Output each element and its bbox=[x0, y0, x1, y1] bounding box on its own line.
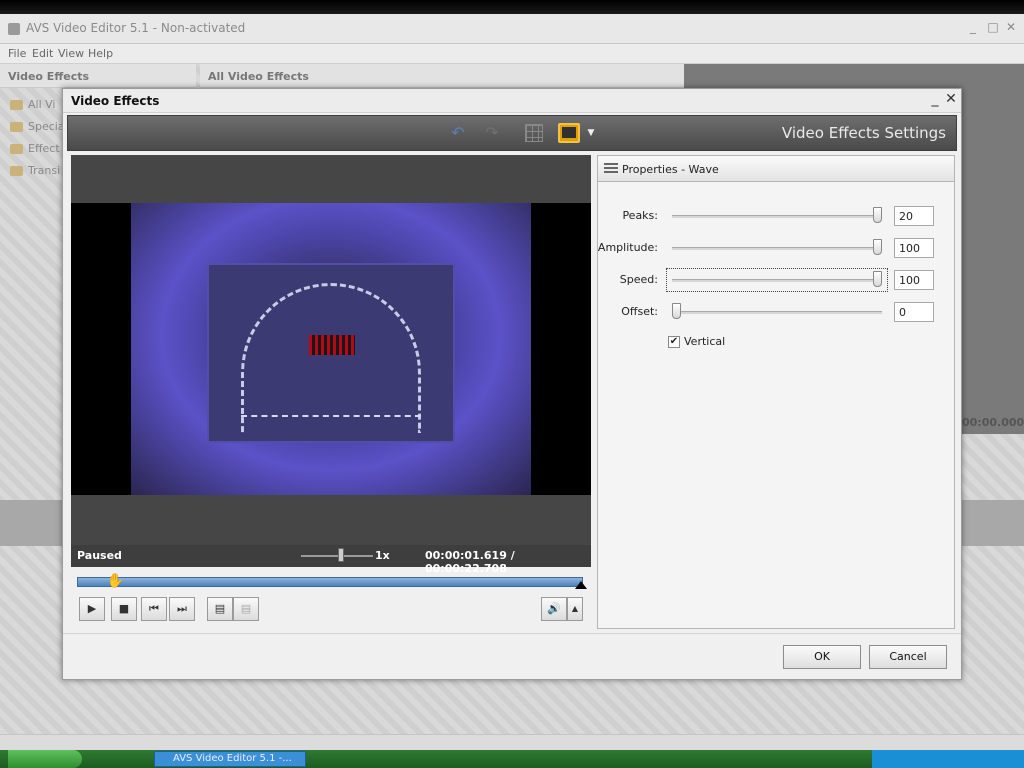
properties-header: Properties - Wave bbox=[598, 156, 954, 182]
toolbar-heading: Video Effects Settings bbox=[781, 124, 946, 142]
volume-icon[interactable]: 🔊 bbox=[541, 597, 567, 621]
property-label: Amplitude: bbox=[597, 241, 658, 254]
peaks-slider-thumb[interactable] bbox=[873, 207, 882, 223]
time-separator: / bbox=[510, 549, 515, 562]
speed-slider-thumb[interactable] bbox=[337, 548, 344, 562]
property-label: Peaks: bbox=[622, 209, 658, 222]
dialog-separator bbox=[63, 633, 961, 634]
offset-value-field[interactable]: 0 bbox=[894, 302, 934, 322]
time-readout: 00:00:01.619 / 00:00:22.708 bbox=[425, 549, 591, 575]
folder-icon bbox=[10, 166, 23, 176]
video-logo-mark bbox=[309, 335, 355, 355]
app-logo-icon bbox=[8, 23, 20, 35]
close-icon[interactable]: ✕ bbox=[943, 91, 959, 109]
app-close-icon[interactable]: ✕ bbox=[1004, 20, 1018, 34]
start-button[interactable] bbox=[8, 750, 82, 768]
speed-value-field[interactable]: 100 bbox=[894, 270, 934, 290]
mark-in-button[interactable]: ▤ bbox=[207, 597, 233, 621]
dialog-title: Video Effects bbox=[71, 94, 160, 108]
tree-item[interactable]: Specia bbox=[4, 120, 65, 142]
next-frame-button[interactable]: ⏭ bbox=[169, 597, 195, 621]
property-row-speed: Speed: 100 bbox=[598, 268, 954, 292]
offset-slider-thumb[interactable] bbox=[672, 303, 681, 319]
property-row-offset: Offset: 0 bbox=[598, 300, 954, 324]
previous-frame-button[interactable]: ⏮ bbox=[141, 597, 167, 621]
properties-panel: Properties - Wave Peaks: 20 Amplitude: 1… bbox=[597, 155, 955, 629]
app-menu-bar: File Edit View Help bbox=[0, 44, 1024, 64]
hand-cursor-icon[interactable]: ✋ bbox=[107, 573, 124, 589]
app-title-bar: AVS Video Editor 5.1 - Non-activated _ □… bbox=[0, 14, 1024, 44]
center-panel-title: All Video Effects bbox=[208, 70, 309, 83]
property-label: Offset: bbox=[621, 305, 658, 318]
volume-up-arrow-icon[interactable]: ▲ bbox=[567, 597, 583, 621]
properties-title: Properties - Wave bbox=[622, 163, 719, 176]
speed-slider-thumb[interactable] bbox=[873, 271, 882, 287]
stop-button[interactable]: ■ bbox=[111, 597, 137, 621]
cancel-button[interactable]: Cancel bbox=[869, 645, 947, 669]
app-time-readout: 00:00.000 bbox=[962, 416, 1024, 429]
seek-end-marker[interactable] bbox=[575, 581, 587, 589]
monitor-icon[interactable] bbox=[556, 122, 582, 144]
taskbar: AVS Video Editor 5.1 -... bbox=[0, 750, 1024, 768]
sliders-icon bbox=[604, 163, 618, 173]
speed-label: 1x bbox=[375, 549, 390, 562]
dialog-title-bar: Video Effects _ ✕ bbox=[63, 89, 961, 113]
left-panel-title: Video Effects bbox=[8, 70, 90, 83]
vertical-label: Vertical bbox=[684, 335, 726, 348]
dialog-toolbar: ↶ ↷ ▼ Video Effects Settings bbox=[67, 115, 957, 151]
chevron-down-icon[interactable]: ▼ bbox=[584, 122, 598, 144]
property-row-peaks: Peaks: 20 bbox=[598, 204, 954, 228]
system-tray bbox=[872, 750, 1024, 768]
menu-help[interactable]: Help bbox=[88, 47, 113, 60]
app-minimize-icon[interactable]: _ bbox=[966, 20, 980, 34]
vertical-checkbox[interactable]: ✔ bbox=[668, 336, 680, 348]
tree-item[interactable]: All Vi bbox=[4, 98, 64, 120]
app-horizontal-scrollbar[interactable] bbox=[0, 734, 1024, 750]
video-frame bbox=[71, 203, 591, 495]
offset-slider-track[interactable] bbox=[672, 311, 882, 314]
left-panel-header: Video Effects bbox=[0, 64, 196, 88]
property-label: Speed: bbox=[619, 273, 658, 286]
minimize-icon[interactable]: _ bbox=[927, 91, 943, 109]
video-effects-dialog: Video Effects _ ✕ ↶ ↷ ▼ Video Effects Se… bbox=[62, 88, 962, 680]
player-status-bar: Paused 1x 00:00:01.619 / 00:00:22.708 bbox=[71, 545, 591, 575]
seek-controls: ✋ ▶ ■ ⏮ ⏭ ▤ ▤ 🔊 ▲ bbox=[71, 573, 591, 637]
tree-item[interactable]: Transi bbox=[4, 164, 64, 186]
menu-view[interactable]: View bbox=[58, 47, 84, 60]
effects-tree: All Vi Specia Effect Transi bbox=[4, 98, 65, 186]
center-panel-header: All Video Effects bbox=[200, 64, 684, 88]
current-time: 00:00:01.619 bbox=[425, 549, 507, 562]
total-time: 00:00:22.708 bbox=[425, 562, 507, 575]
amplitude-slider-track[interactable] bbox=[672, 247, 882, 250]
grid-icon[interactable] bbox=[522, 122, 546, 144]
menu-file[interactable]: File bbox=[8, 47, 26, 60]
amplitude-value-field[interactable]: 100 bbox=[894, 238, 934, 258]
amplitude-slider-thumb[interactable] bbox=[873, 239, 882, 255]
seek-bar[interactable] bbox=[77, 577, 583, 587]
folder-icon bbox=[10, 122, 23, 132]
speed-slider-track[interactable] bbox=[672, 279, 882, 282]
redo-icon[interactable]: ↷ bbox=[480, 122, 504, 144]
mark-out-button[interactable]: ▤ bbox=[233, 597, 259, 621]
undo-icon[interactable]: ↶ bbox=[446, 122, 470, 144]
taskbar-item-avs[interactable]: AVS Video Editor 5.1 -... bbox=[154, 751, 306, 767]
folder-icon bbox=[10, 100, 23, 110]
peaks-slider-track[interactable] bbox=[672, 215, 882, 218]
property-row-amplitude: Amplitude: 100 bbox=[598, 236, 954, 260]
app-title: AVS Video Editor 5.1 - Non-activated bbox=[26, 21, 246, 35]
video-preview-panel: Paused 1x 00:00:01.619 / 00:00:22.708 bbox=[71, 155, 591, 575]
ok-button[interactable]: OK bbox=[783, 645, 861, 669]
video-wave-line bbox=[241, 415, 421, 417]
folder-icon bbox=[10, 144, 23, 154]
play-button[interactable]: ▶ bbox=[79, 597, 105, 621]
peaks-value-field[interactable]: 20 bbox=[894, 206, 934, 226]
playback-status: Paused bbox=[77, 549, 122, 562]
video-image bbox=[131, 203, 531, 495]
menu-edit[interactable]: Edit bbox=[32, 47, 53, 60]
app-maximize-icon[interactable]: □ bbox=[986, 20, 1000, 34]
tree-item[interactable]: Effect bbox=[4, 142, 64, 164]
